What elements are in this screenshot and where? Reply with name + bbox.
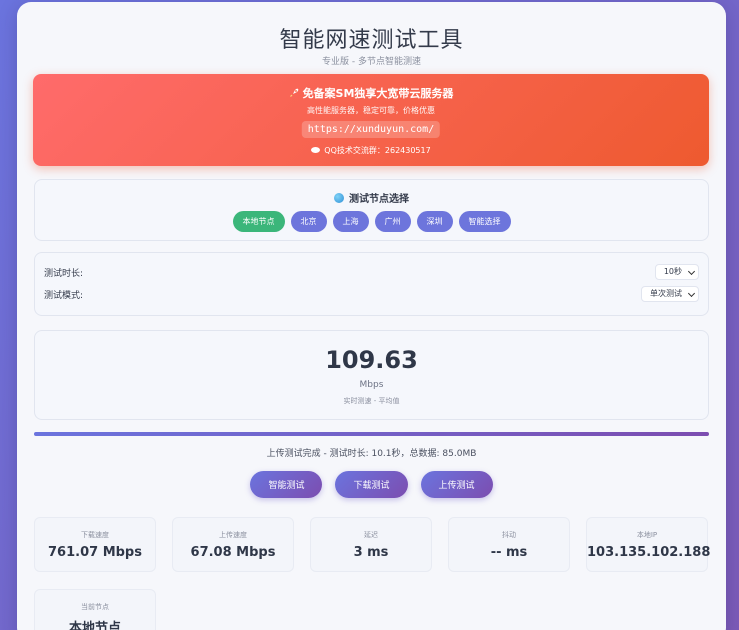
mode-label: 测试模式: xyxy=(44,291,84,301)
stat-upload: 上传速度 67.08 Mbps xyxy=(172,517,294,572)
mode-row: 测试模式: 单次测试 xyxy=(44,286,699,302)
node-button-group: 本地节点 北京 上海 广州 深圳 智能选择 xyxy=(35,211,708,232)
speed-unit: Mbps xyxy=(359,380,384,390)
stat-upload-label: 上传速度 xyxy=(219,531,247,539)
node-selection-panel: 测试节点选择 本地节点 北京 上海 广州 深圳 智能选择 xyxy=(34,179,709,241)
stat-upload-value: 67.08 Mbps xyxy=(190,545,276,560)
duration-label: 测试时长: xyxy=(44,269,84,279)
page-subtitle: 专业版 - 多节点智能测速 xyxy=(322,57,421,67)
node-selection-title-row: 测试节点选择 xyxy=(35,190,708,205)
page-title: 智能网速测试工具 xyxy=(279,28,464,53)
stat-download-label: 下载速度 xyxy=(81,531,109,539)
speedtest-card: 智能网速测试工具 专业版 - 多节点智能测速 免备案SM独享大宽带云服务器 高性… xyxy=(17,2,726,630)
progress-bar xyxy=(34,432,709,436)
stat-jitter-value: -- ms xyxy=(490,545,528,560)
globe-icon xyxy=(334,193,344,203)
mode-select[interactable]: 单次测试 xyxy=(641,286,699,302)
node-button-beijing[interactable]: 北京 xyxy=(290,211,327,232)
speed-display: 109.63 Mbps 实时测速 - 平均值 xyxy=(34,330,709,420)
node-button-guangzhou[interactable]: 广州 xyxy=(374,211,411,232)
node-selection-title: 测试节点选择 xyxy=(349,194,409,205)
stat-ip-label: 本地IP xyxy=(636,531,658,539)
duration-select-value: 10秒 xyxy=(663,267,682,276)
stat-ip: 本地IP 103.135.102.188 xyxy=(586,517,711,572)
duration-select[interactable]: 10秒 xyxy=(654,264,699,280)
stat-jitter: 抖动 -- ms xyxy=(448,517,570,572)
promo-banner: 免备案SM独享大宽带云服务器 高性能服务器，稳定可靠，价格优惠 https://… xyxy=(33,74,709,166)
promo-description: 高性能服务器，稳定可靠，价格优惠 xyxy=(307,106,435,115)
promo-title-row: 免备案SM独享大宽带云服务器 xyxy=(33,85,709,101)
smart-test-button[interactable]: 智能测试 xyxy=(250,471,323,498)
status-text: 上传测试完成 - 测试时长: 10.1秒，总数据: 85.0MB xyxy=(266,449,477,459)
settings-panel: 测试时长: 10秒 测试模式: 单次测试 xyxy=(34,252,709,316)
upload-test-button[interactable]: 上传测试 xyxy=(420,471,493,498)
promo-qq-row: QQ技术交流群：262430517 xyxy=(33,145,709,156)
mode-select-value: 单次测试 xyxy=(650,289,682,298)
promo-link[interactable]: https://xunduyun.com/ xyxy=(301,121,441,138)
chevron-down-icon xyxy=(687,289,696,298)
rocket-icon xyxy=(289,88,298,97)
stat-ip-value: 103.135.102.188 xyxy=(587,545,711,560)
progress-fill xyxy=(34,432,709,436)
node-button-smart[interactable]: 智能选择 xyxy=(458,211,511,232)
stat-latency-label: 延迟 xyxy=(364,531,378,539)
node-button-shanghai[interactable]: 上海 xyxy=(332,211,369,232)
stat-node: 当前节点 本地节点 xyxy=(34,589,156,630)
speed-note: 实时测速 - 平均值 xyxy=(343,397,400,405)
speed-value: 109.63 xyxy=(325,346,418,374)
stat-jitter-label: 抖动 xyxy=(502,531,516,539)
stat-latency: 延迟 3 ms xyxy=(310,517,432,572)
promo-qq-text: QQ技术交流群：262430517 xyxy=(324,146,431,155)
stat-node-label: 当前节点 xyxy=(81,603,109,611)
duration-row: 测试时长: 10秒 xyxy=(44,264,699,280)
chat-icon xyxy=(311,147,321,153)
action-buttons: 智能测试 下载测试 上传测试 xyxy=(17,471,726,498)
stat-node-value: 本地节点 xyxy=(68,621,121,630)
node-button-local[interactable]: 本地节点 xyxy=(232,211,285,232)
stat-latency-value: 3 ms xyxy=(353,545,389,560)
stat-download-value: 761.07 Mbps xyxy=(48,545,142,560)
download-test-button[interactable]: 下载测试 xyxy=(335,471,408,498)
promo-title: 免备案SM独享大宽带云服务器 xyxy=(302,87,454,100)
chevron-down-icon xyxy=(687,267,696,276)
stat-download: 下载速度 761.07 Mbps xyxy=(34,517,156,572)
node-button-shenzhen[interactable]: 深圳 xyxy=(416,211,453,232)
